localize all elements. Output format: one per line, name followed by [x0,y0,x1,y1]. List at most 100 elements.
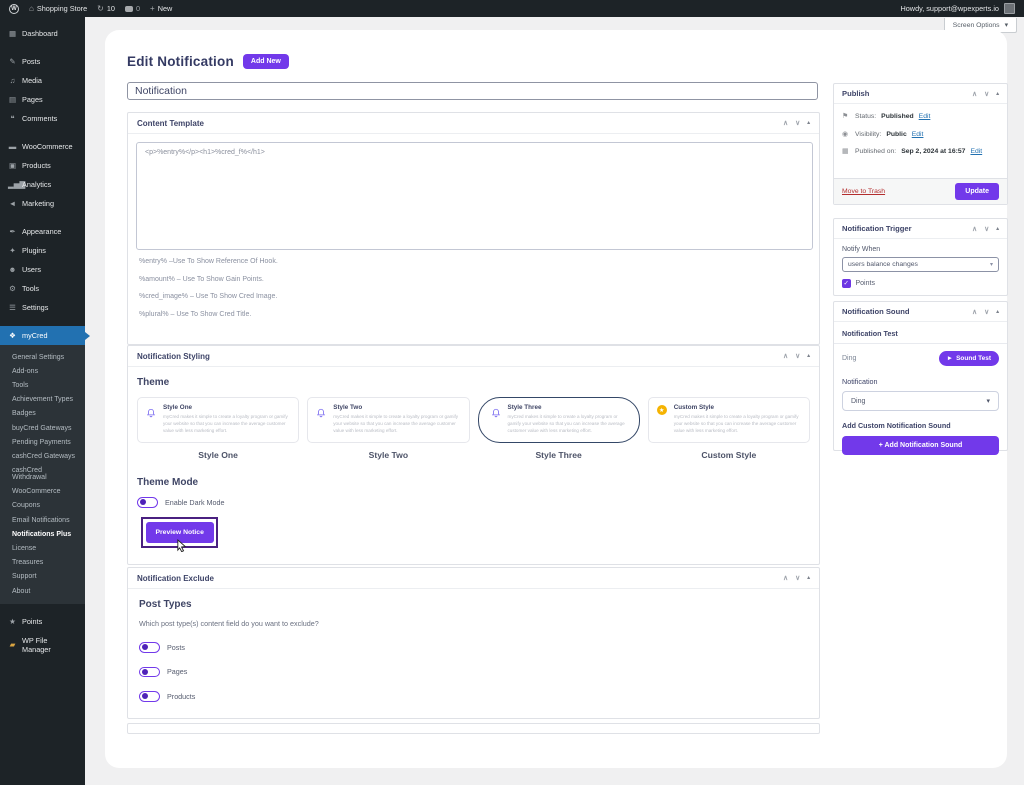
dark-mode-toggle[interactable] [137,497,158,508]
notify-when-select[interactable]: users balance changes ▾ [842,257,999,272]
published-label: Published on: [855,148,897,155]
sidebar-item-tools[interactable]: ⚙ Tools [0,279,85,298]
theme-card-title: Style Two [333,404,363,411]
move-up-icon[interactable]: ∧ [972,90,977,98]
new-menu[interactable]: + New [150,4,172,13]
wp-file-manager-icon: ▰ [9,640,16,650]
preview-notice-highlight: Preview Notice [141,516,219,552]
theme-label-style-two: Style Two [368,450,409,460]
submenu-item-pending-payments[interactable]: Pending Payments [0,435,85,449]
move-up-icon[interactable]: ∧ [972,225,977,233]
theme-card-style-one[interactable]: Style One myCred makes it simple to creat… [137,397,300,443]
move-down-icon[interactable]: ∨ [984,225,989,233]
sidebar-item-comments[interactable]: ❝ Comments [0,109,85,128]
theme-card-title: Custom Style [673,404,714,411]
sidebar-item-mycred[interactable]: ❖ myCred [0,326,90,345]
sidebar-item-appearance[interactable]: ✒ Appearance [0,222,85,241]
submenu-item-achievement-types[interactable]: Achievement Types [0,393,85,407]
add-custom-sound-label: Add Custom Notification Sound [842,421,951,430]
dark-mode-label: Enable Dark Mode [165,497,225,507]
submenu-item-support[interactable]: Support [0,570,85,584]
sidebar-item-points[interactable]: ★ Points [0,612,85,631]
move-to-trash-link[interactable]: Move to Trash [842,188,885,195]
collapse-icon[interactable]: ▴ [807,353,810,359]
collapse-icon[interactable]: ▴ [996,91,999,97]
collapse-icon[interactable]: ▴ [996,309,999,315]
products-toggle[interactable] [139,691,160,702]
collapse-icon[interactable]: ▴ [807,120,810,126]
move-up-icon[interactable]: ∧ [783,119,788,127]
sidebar-item-marketing[interactable]: ◄ Marketing [0,194,85,213]
submenu-item-cashcred-gateways[interactable]: cashCred Gateways [0,449,85,463]
sidebar-item-products[interactable]: ▣ Products [0,156,85,175]
sidebar-item-dashboard[interactable]: ▦ Dashboard [0,24,85,43]
content-template-textarea[interactable]: <p>%entry%</p><h1>%cred_f%</h1> [136,142,813,250]
points-checkbox[interactable]: ✓ [842,279,851,288]
move-down-icon[interactable]: ∨ [984,308,989,316]
submenu-item-coupons[interactable]: Coupons [0,499,85,513]
move-down-icon[interactable]: ∨ [795,352,800,360]
notification-title-input[interactable] [127,82,818,100]
move-down-icon[interactable]: ∨ [795,574,800,582]
move-up-icon[interactable]: ∧ [783,352,788,360]
exclude-row-pages: Pages [139,666,808,677]
add-notification-sound-button[interactable]: + Add Notification Sound [842,436,999,455]
admin-bar: W ⌂ Shopping Store ↻ 10 0 + New Howdy, s… [0,0,1024,17]
theme-card-style-three[interactable]: Style Three myCred makes it simple to cre… [477,397,640,443]
submenu-item-treasures[interactable]: Treasures [0,556,85,570]
move-up-icon[interactable]: ∧ [972,308,977,316]
submenu-item-badges[interactable]: Badges [0,407,85,421]
sidebar-item-label: Settings [22,303,49,312]
submenu-item-buycred-gateways[interactable]: buyCred Gateways [0,421,85,435]
submenu-item-notifications-plus[interactable]: Notifications Plus [0,527,85,541]
edit-visibility-link[interactable]: Edit [912,130,924,141]
sidebar-item-wp-file-manager[interactable]: ▰ WP File Manager [0,631,85,659]
submenu-item-general-settings[interactable]: General Settings [0,350,85,364]
updates-menu[interactable]: ↻ 10 [97,4,115,13]
collapse-icon[interactable]: ▴ [996,226,999,232]
theme-card-style-two[interactable]: Style Two myCred makes it simple to creat… [307,397,470,443]
move-down-icon[interactable]: ∨ [984,90,989,98]
sidebar-item-plugins[interactable]: ✦ Plugins [0,241,85,260]
sidebar-item-label: Pages [22,95,43,104]
submenu-item-woocommerce[interactable]: WooCommerce [0,485,85,499]
collapse-icon[interactable]: ▴ [807,575,810,581]
points-icon: ★ [9,616,16,626]
update-button[interactable]: Update [955,183,999,200]
theme-card-custom-style[interactable]: ★ Custom Style myCred makes it simple to c… [647,397,810,443]
comments-menu[interactable]: 0 [124,4,140,13]
wordpress-logo-icon[interactable]: W [9,3,19,14]
submenu-item-tools[interactable]: Tools [0,378,85,392]
products-icon: ▣ [8,160,17,170]
sound-test-name: Ding [842,355,857,362]
mycred-submenu: General Settings Add-ons Tools Achievement … [0,345,85,605]
avatar[interactable] [1004,3,1015,14]
sound-test-button[interactable]: ► Sound Test [938,351,999,366]
pages-toggle[interactable] [139,666,160,677]
posts-toggle[interactable] [139,642,160,653]
submenu-item-email-notifications[interactable]: Email Notifications [0,513,85,527]
sidebar-item-pages[interactable]: ▤ Pages [0,90,85,109]
add-new-button[interactable]: Add New [242,54,289,69]
howdy-text[interactable]: Howdy, support@wpexperts.io [900,4,999,13]
submenu-item-add-ons[interactable]: Add-ons [0,364,85,378]
plus-icon: + [150,3,155,13]
page-title: Edit Notification [127,54,234,69]
edit-published-link[interactable]: Edit [970,147,982,158]
appearance-icon: ✒ [9,226,16,236]
notification-sound-select[interactable]: Ding ▾ [842,391,999,411]
theme-card-title: Style One [163,404,193,411]
move-down-icon[interactable]: ∨ [795,119,800,127]
submenu-item-license[interactable]: License [0,541,85,555]
submenu-item-about[interactable]: About [0,584,85,598]
edit-status-link[interactable]: Edit [919,112,931,123]
sidebar-item-posts[interactable]: ✎ Posts [0,52,85,71]
sidebar-item-media[interactable]: ♫ Media [0,71,85,90]
site-name-menu[interactable]: ⌂ Shopping Store [29,4,87,13]
sidebar-item-settings[interactable]: ☰ Settings [0,298,85,317]
move-up-icon[interactable]: ∧ [783,574,788,582]
sidebar-item-analytics[interactable]: ▂▅▇ Analytics [0,175,85,194]
submenu-item-cashcred-withdrawal[interactable]: cashCred Withdrawal [0,464,85,485]
sidebar-item-users[interactable]: ☻ Users [0,260,85,279]
sidebar-item-woocommerce[interactable]: ▬ WooCommerce [0,137,85,156]
